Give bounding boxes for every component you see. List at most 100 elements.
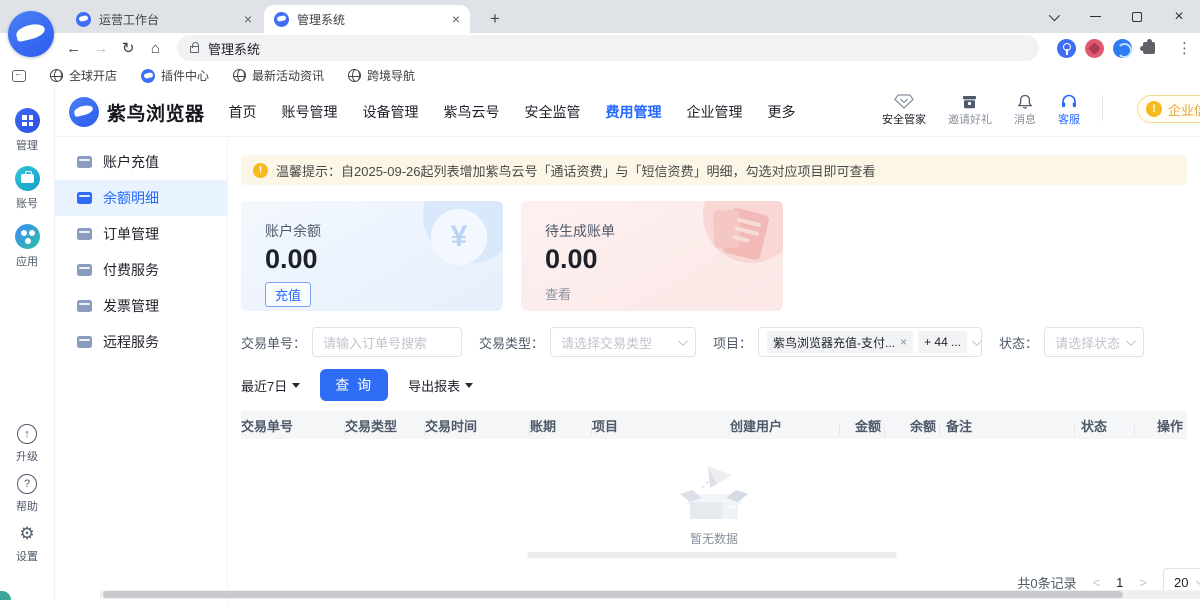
browser-toolbar: ← → ↻ ⌂ 管理系统 ⋮ bbox=[0, 33, 1200, 63]
notice-bar: ! 温馨提示：自2025-09-26起列表增加紫鸟云号「通话资费」与「短信资费」… bbox=[241, 155, 1187, 185]
rail-item-help[interactable]: ? 帮助 bbox=[16, 474, 38, 514]
chevron-down-icon bbox=[972, 336, 982, 346]
window-controls: × bbox=[1032, 0, 1200, 33]
nav-device-management[interactable]: 设备管理 bbox=[363, 102, 419, 122]
nav-cloud-number[interactable]: 紫鸟云号 bbox=[444, 102, 500, 122]
address-text: 管理系统 bbox=[208, 39, 260, 58]
address-bar[interactable]: 管理系统 bbox=[177, 35, 1039, 61]
password-extension-icon[interactable] bbox=[1057, 39, 1076, 58]
reload-button[interactable]: ↻ bbox=[117, 39, 140, 57]
sidebar-item-label: 付费服务 bbox=[103, 260, 159, 280]
empty-box-illustration bbox=[678, 464, 750, 522]
maximize-button[interactable] bbox=[1116, 0, 1158, 33]
transaction-type-select[interactable]: 请选择交易类型 bbox=[550, 327, 696, 357]
blue-extension-icon[interactable] bbox=[1113, 39, 1132, 58]
col-transaction-time: 交易时间 bbox=[425, 416, 530, 435]
search-button[interactable]: 查 询 bbox=[320, 369, 388, 401]
nav-security[interactable]: 安全监管 bbox=[525, 102, 581, 122]
sidebar-item-recharge[interactable]: 账户充值 bbox=[55, 144, 227, 180]
export-dropdown[interactable]: 导出报表 bbox=[408, 376, 473, 395]
nav-enterprise[interactable]: 企业管理 bbox=[687, 102, 743, 122]
status-select[interactable]: 请选择状态 bbox=[1044, 327, 1144, 357]
nav-account-management[interactable]: 账号管理 bbox=[282, 102, 338, 122]
project-multiselect[interactable]: 紫鸟浏览器充值-支付... × + 44 ... bbox=[758, 327, 982, 357]
col-status: 状态 bbox=[1075, 416, 1135, 435]
col-remark: 备注 bbox=[940, 416, 1075, 435]
chevron-down-icon bbox=[1126, 336, 1136, 346]
bell-icon bbox=[1018, 94, 1032, 109]
minimize-button[interactable] bbox=[1074, 0, 1116, 33]
col-project: 项目 bbox=[592, 416, 730, 435]
sidebar-item-label: 发票管理 bbox=[103, 296, 159, 316]
col-transaction-no: 交易单号 bbox=[241, 416, 345, 435]
rail-item-apps[interactable]: 应用 bbox=[15, 224, 40, 269]
tool-security-butler[interactable]: 安全管家 bbox=[882, 94, 926, 127]
col-balance: 余额 bbox=[885, 416, 940, 435]
tab-title: 运营工作台 bbox=[99, 11, 236, 28]
project-more-tag: + 44 ... bbox=[918, 331, 967, 353]
enterprise-info-badge[interactable]: ! 企业信 bbox=[1137, 95, 1200, 123]
project-label: 项目： bbox=[713, 333, 752, 352]
enterprise-badge-label: 企业信 bbox=[1168, 100, 1200, 119]
balance-value: 0.00 bbox=[265, 244, 479, 275]
remove-tag-icon[interactable]: × bbox=[900, 335, 907, 349]
sidebar-item-label: 远程服务 bbox=[103, 332, 159, 352]
sidebar-item-orders[interactable]: 订单管理 bbox=[55, 216, 227, 252]
bookmark-label: 跨境导航 bbox=[367, 67, 415, 84]
window-menu-button[interactable] bbox=[1032, 0, 1074, 33]
rail-item-settings[interactable]: ⚙ 设置 bbox=[16, 524, 38, 564]
bookmark-plugin-center[interactable]: 插件中心 bbox=[141, 67, 209, 84]
placeholder-text: 请选择交易类型 bbox=[561, 333, 652, 352]
bookmark-label: 插件中心 bbox=[161, 67, 209, 84]
export-label: 导出报表 bbox=[408, 376, 460, 395]
nav-home[interactable]: 首页 bbox=[229, 102, 257, 122]
box-icon bbox=[77, 264, 92, 276]
tab-close-icon[interactable]: × bbox=[244, 12, 252, 26]
current-page[interactable]: 1 bbox=[1116, 575, 1123, 590]
info-icon: ! bbox=[1146, 101, 1162, 117]
tab-management-system[interactable]: 管理系统 × bbox=[264, 5, 470, 33]
billing-sidebar: 账户充值 余额明细 订单管理 付费服务 发票管理 bbox=[55, 137, 228, 603]
order-no-input[interactable]: 请输入订单号搜索 bbox=[312, 327, 462, 357]
tab-close-icon[interactable]: × bbox=[452, 12, 460, 26]
tool-customer-service[interactable]: 客服 bbox=[1058, 94, 1080, 127]
back-button[interactable]: ← bbox=[62, 40, 85, 57]
sidebar-item-balance-detail[interactable]: 余额明细 bbox=[55, 180, 227, 216]
recharge-button[interactable]: 充值 bbox=[265, 282, 311, 307]
rail-item-upgrade[interactable]: ↑ 升级 bbox=[16, 424, 38, 464]
new-tab-button[interactable]: + bbox=[482, 6, 508, 32]
sidebar-item-paid-services[interactable]: 付费服务 bbox=[55, 252, 227, 288]
bookmark-latest-news[interactable]: 最新活动资讯 bbox=[233, 67, 324, 84]
close-window-button[interactable]: × bbox=[1158, 0, 1200, 33]
forward-button[interactable]: → bbox=[89, 40, 112, 57]
sidebar-item-invoices[interactable]: 发票管理 bbox=[55, 288, 227, 324]
sidebar-item-remote-services[interactable]: 远程服务 bbox=[55, 324, 227, 360]
rail-item-account[interactable]: 账号 bbox=[15, 166, 40, 211]
brand-name: 紫鸟浏览器 bbox=[107, 99, 205, 126]
next-page-icon[interactable]: > bbox=[1139, 575, 1147, 590]
tab-operations-workbench[interactable]: 运营工作台 × bbox=[66, 5, 262, 33]
ziniao-browser-logo-icon[interactable] bbox=[8, 11, 54, 57]
red-extension-icon[interactable] bbox=[1085, 39, 1104, 58]
brand: 紫鸟浏览器 bbox=[69, 97, 205, 127]
rail-item-manage[interactable]: 管理 bbox=[15, 108, 40, 153]
tool-messages[interactable]: 消息 bbox=[1014, 94, 1036, 127]
brand-logo-icon bbox=[69, 97, 99, 127]
view-bill-link[interactable]: 查看 bbox=[545, 284, 571, 303]
manage-icon bbox=[15, 108, 40, 133]
prev-page-icon[interactable]: < bbox=[1093, 575, 1101, 590]
home-button[interactable]: ⌂ bbox=[144, 40, 167, 57]
extensions-puzzle-icon[interactable] bbox=[1141, 40, 1157, 56]
browser-menu-icon[interactable]: ⋮ bbox=[1169, 39, 1200, 57]
rail-label: 应用 bbox=[16, 253, 38, 269]
bookmark-crossborder-nav[interactable]: 跨境导航 bbox=[348, 67, 415, 84]
date-range-dropdown[interactable]: 最近7日 bbox=[241, 376, 300, 395]
nav-more[interactable]: 更多 bbox=[768, 102, 796, 122]
side-panel-icon[interactable] bbox=[12, 70, 26, 82]
bookmark-global-store[interactable]: 全球开店 bbox=[50, 67, 117, 84]
nav-billing[interactable]: 费用管理 bbox=[606, 102, 662, 122]
hscrollbar-thumb[interactable] bbox=[527, 552, 897, 558]
browser-hscrollbar-thumb[interactable] bbox=[103, 591, 1123, 598]
maximize-icon bbox=[1132, 12, 1142, 22]
tool-invite-gift[interactable]: 邀请好礼 bbox=[948, 94, 992, 127]
